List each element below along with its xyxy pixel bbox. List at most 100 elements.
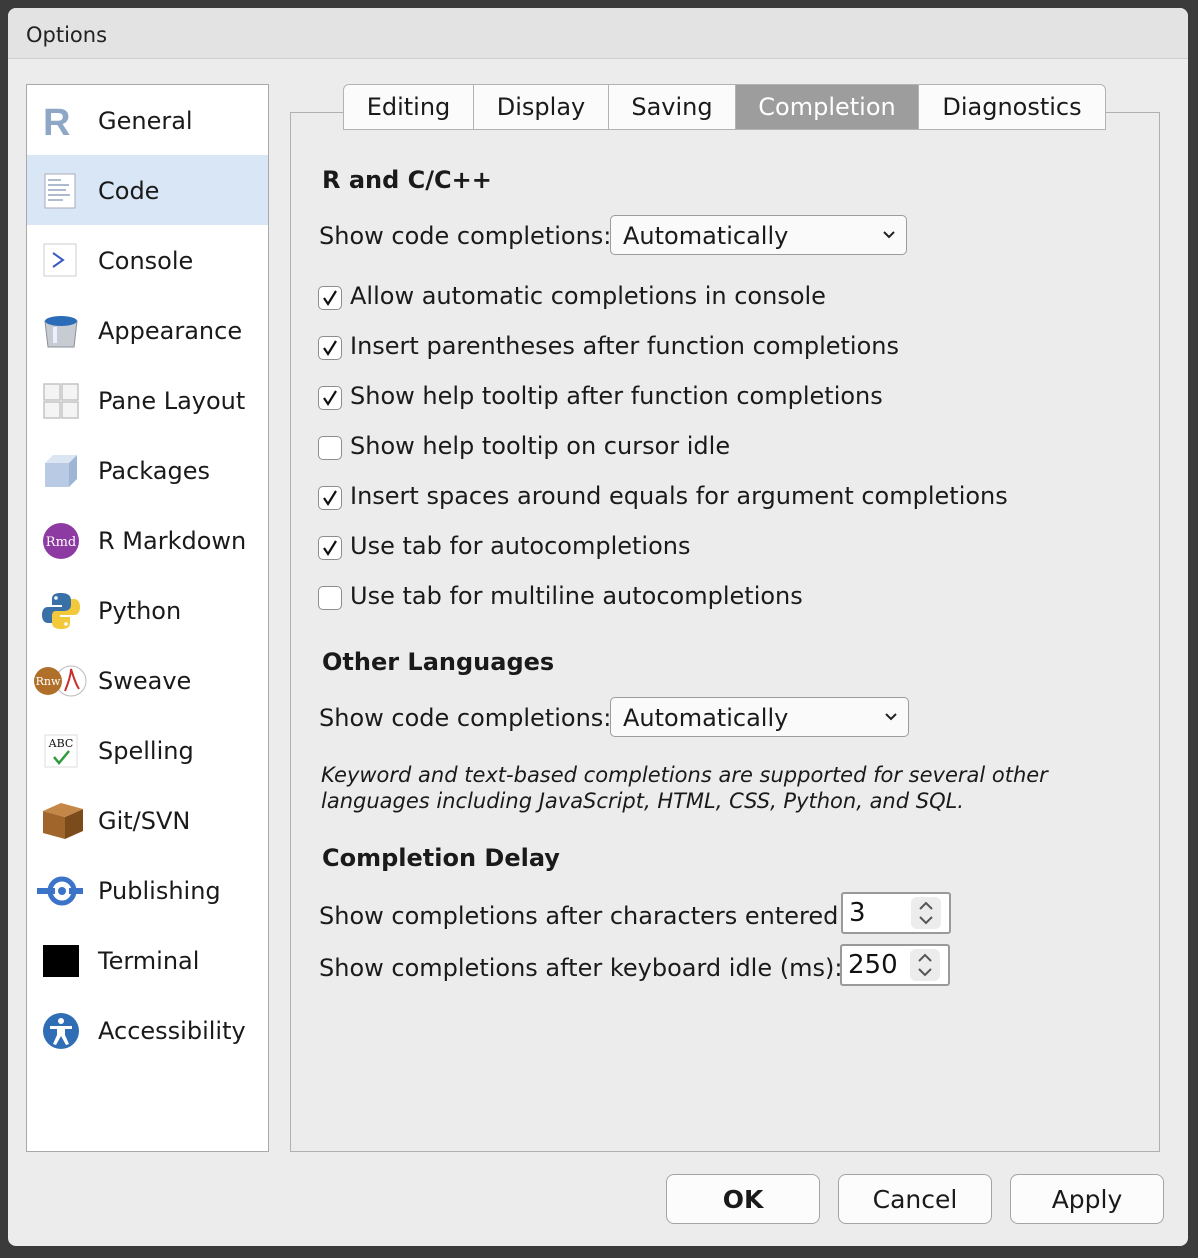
other-languages-note: Keyword and text-based completions are s… [321, 762, 1081, 814]
checkbox-label: Insert parentheses after function comple… [350, 332, 899, 360]
cancel-button[interactable]: Cancel [838, 1174, 992, 1224]
console-prompt-icon [41, 241, 81, 281]
keyboard-idle-label: Show completions after keyboard idle (ms… [319, 954, 843, 982]
sidebar-item-appearance[interactable]: Appearance [27, 295, 268, 365]
checkbox-box[interactable] [318, 436, 342, 460]
r-completions-label: Show code completions: [319, 222, 612, 250]
tab-bar: Editing Display Saving Completion Diagno… [343, 84, 1106, 132]
sidebar-item-r-markdown[interactable]: Rmd R Markdown [27, 505, 268, 575]
tab-saving[interactable]: Saving [609, 84, 736, 130]
keyboard-idle-stepper[interactable]: 250 [840, 944, 950, 986]
sidebar-item-label: Accessibility [98, 1017, 246, 1045]
sidebar-item-label: Python [98, 597, 182, 625]
accessibility-icon [41, 1011, 81, 1051]
checkbox-label: Use tab for multiline autocompletions [350, 582, 803, 610]
select-value: Automatically [623, 704, 789, 732]
python-icon [41, 591, 81, 631]
tab-completion[interactable]: Completion [736, 84, 919, 130]
code-document-icon [41, 171, 81, 211]
sidebar-item-pane-layout[interactable]: Pane Layout [27, 365, 268, 435]
checkbox-label: Use tab for autocompletions [350, 532, 691, 560]
sidebar-item-python[interactable]: Python [27, 575, 268, 645]
sidebar-item-terminal[interactable]: Terminal [27, 925, 268, 995]
checkmark-icon [323, 290, 337, 307]
tab-diagnostics[interactable]: Diagnostics [919, 84, 1106, 130]
sidebar-item-code[interactable]: Code [27, 155, 268, 225]
section-title-delay: Completion Delay [322, 844, 560, 872]
title-bar: Options [8, 8, 1188, 59]
select-value: Automatically [623, 222, 789, 250]
sidebar-item-label: Publishing [98, 877, 221, 905]
apply-button[interactable]: Apply [1010, 1174, 1164, 1224]
sidebar-item-sweave[interactable]: Rnw Sweave [27, 645, 268, 715]
r-completions-select[interactable]: Automatically [610, 215, 907, 255]
stepper-arrows-icon[interactable] [911, 897, 941, 929]
checkbox-box[interactable] [318, 586, 342, 610]
package-cube-icon [41, 451, 81, 491]
other-completions-select[interactable]: Automatically [610, 697, 909, 737]
section-title-r: R and C/C++ [322, 166, 492, 194]
tab-editing[interactable]: Editing [343, 84, 474, 130]
sidebar-item-accessibility[interactable]: Accessibility [27, 995, 268, 1065]
sidebar-item-label: Packages [98, 457, 210, 485]
stepper-arrows-icon[interactable] [910, 949, 940, 981]
options-window: Options R General Code Console Appearanc [8, 8, 1188, 1246]
checkbox-box[interactable] [318, 286, 342, 310]
sidebar-item-spelling[interactable]: ABC Spelling [27, 715, 268, 785]
sidebar-item-label: Spelling [98, 737, 194, 765]
checkmark-icon [323, 540, 337, 557]
sidebar-item-packages[interactable]: Packages [27, 435, 268, 505]
svg-text:Rnw: Rnw [36, 675, 61, 688]
rmd-icon: Rmd [41, 521, 81, 561]
sidebar-item-label: Appearance [98, 317, 243, 345]
ok-button[interactable]: OK [666, 1174, 820, 1224]
chevron-down-icon [885, 713, 897, 721]
sweave-icon: Rnw [33, 661, 87, 701]
sidebar-item-git-svn[interactable]: Git/SVN [27, 785, 268, 855]
stepper-value[interactable]: 250 [848, 950, 898, 980]
checkbox-label: Show help tooltip on cursor idle [350, 432, 731, 460]
checkmark-icon [323, 340, 337, 357]
section-title-other: Other Languages [322, 648, 555, 676]
sidebar-item-label: Console [98, 247, 194, 275]
terminal-icon [41, 941, 81, 981]
checkbox-label: Allow automatic completions in console [350, 282, 826, 310]
note-line: Keyword and text-based completions are s… [321, 763, 1048, 787]
sidebar-item-label: R Markdown [98, 527, 247, 555]
chars-entered-stepper[interactable]: 3 [841, 892, 951, 934]
pane-grid-icon [41, 381, 81, 421]
sidebar-item-label: Sweave [98, 667, 192, 695]
checkmark-icon [323, 390, 337, 407]
sidebar: R General Code Console Appearance Pane L… [26, 84, 269, 1152]
checkbox-box[interactable] [318, 486, 342, 510]
svg-text:ABC: ABC [48, 737, 74, 750]
sidebar-item-label: Pane Layout [98, 387, 246, 415]
sidebar-item-console[interactable]: Console [27, 225, 268, 295]
checkbox-label: Insert spaces around equals for argument… [350, 482, 1008, 510]
other-completions-label: Show code completions: [319, 704, 612, 732]
sidebar-item-general[interactable]: R General [27, 85, 268, 155]
stepper-value[interactable]: 3 [849, 898, 866, 928]
checkbox-box[interactable] [318, 536, 342, 560]
checkbox-box[interactable] [318, 336, 342, 360]
chevron-down-icon [883, 231, 895, 239]
sidebar-item-label: Git/SVN [98, 807, 191, 835]
window-title: Options [26, 23, 108, 47]
note-line: languages including JavaScript, HTML, CS… [321, 789, 964, 813]
sidebar-item-label: Terminal [98, 947, 200, 975]
checkmark-icon [323, 490, 337, 507]
checkbox-label: Show help tooltip after function complet… [350, 382, 883, 410]
git-box-icon [41, 801, 83, 841]
completion-panel [290, 112, 1160, 1152]
checkbox-box[interactable] [318, 386, 342, 410]
sidebar-item-publishing[interactable]: Publishing [27, 855, 268, 925]
tab-display[interactable]: Display [474, 84, 609, 130]
spelling-check-icon: ABC [41, 731, 81, 771]
sidebar-item-label: Code [98, 177, 160, 205]
svg-text:R: R [43, 102, 70, 141]
chars-entered-label: Show completions after characters entere… [319, 902, 847, 930]
publishing-icon [35, 871, 85, 911]
sidebar-item-label: General [98, 107, 193, 135]
svg-text:Rmd: Rmd [46, 535, 76, 550]
paint-bucket-icon [41, 311, 81, 351]
